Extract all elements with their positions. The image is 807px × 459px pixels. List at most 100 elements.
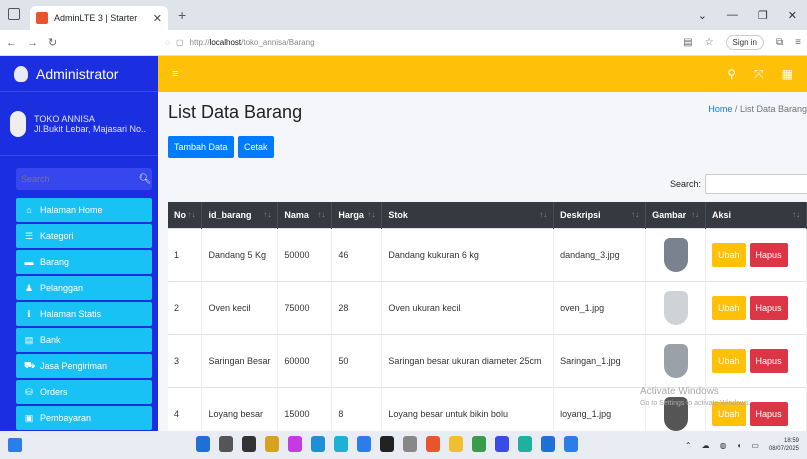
clock[interactable]: 18:59 08/07/2025 bbox=[769, 437, 799, 453]
sidebar-item-orders[interactable]: ⛁ Orders bbox=[16, 380, 152, 404]
url-field[interactable]: ◌ ▢ http://localhost/toko_annisa/Barang bbox=[165, 38, 314, 47]
sidebar-item-kategori[interactable]: ☰ Kategori bbox=[16, 224, 152, 248]
taskview-icon[interactable] bbox=[242, 436, 256, 452]
table-cell: 50000 bbox=[277, 227, 333, 281]
app-icon[interactable] bbox=[380, 436, 394, 452]
table-cell: 3 bbox=[168, 333, 203, 387]
delete-button[interactable]: Hapus bbox=[749, 242, 788, 267]
vscode-icon[interactable] bbox=[564, 436, 578, 452]
app-icon[interactable] bbox=[518, 436, 532, 452]
hamburger-icon[interactable]: ≡ bbox=[172, 68, 178, 80]
app-icon[interactable] bbox=[403, 436, 417, 452]
edit-button[interactable]: Ubah bbox=[712, 295, 746, 320]
info-icon: ℹ bbox=[27, 308, 31, 319]
app-icon[interactable] bbox=[541, 436, 555, 452]
forward-icon[interactable]: → bbox=[27, 37, 38, 49]
network-icon[interactable]: ◍ bbox=[720, 441, 727, 450]
app-icon[interactable] bbox=[311, 436, 325, 452]
sidebar-item-barang[interactable]: ▬ Barang bbox=[16, 250, 152, 274]
edit-button[interactable]: Ubah bbox=[712, 348, 746, 373]
sort-icon[interactable]: ↑↓ bbox=[539, 210, 547, 219]
sidebar-item-jasa-pengiriman[interactable]: ⛟ Jasa Pengiriman bbox=[16, 354, 152, 378]
sort-icon[interactable]: ↑↓ bbox=[691, 210, 699, 219]
sidebar-item-halaman-home[interactable]: ⌂ Halaman Home bbox=[16, 198, 152, 222]
sidebar-item-bank[interactable]: ▤ Bank bbox=[16, 328, 152, 352]
folder-icon[interactable] bbox=[449, 436, 463, 452]
box-icon: ▬ bbox=[24, 257, 34, 267]
search-icon[interactable]: 🔍︎ bbox=[138, 168, 152, 190]
close-tab-icon[interactable]: ✕ bbox=[153, 12, 162, 25]
app-icon[interactable] bbox=[357, 436, 371, 452]
sidebar-item-label: Jasa Pengiriman bbox=[40, 361, 108, 371]
sort-icon[interactable]: ↑↓ bbox=[187, 210, 195, 219]
column-header[interactable]: Gambar ↑↓ bbox=[645, 202, 707, 228]
column-header[interactable]: Harga ↑↓ bbox=[331, 202, 383, 228]
star-icon[interactable]: ☆ bbox=[705, 37, 714, 48]
grid-icon[interactable]: ▦ bbox=[782, 67, 793, 82]
search-icon[interactable] bbox=[219, 436, 233, 452]
delete-button[interactable]: Hapus bbox=[749, 295, 788, 320]
extensions-icon[interactable]: ⧉ bbox=[776, 37, 783, 48]
app-icon[interactable] bbox=[472, 436, 486, 452]
brand[interactable]: Administrator bbox=[0, 56, 158, 92]
app-icon[interactable] bbox=[288, 436, 302, 452]
column-header[interactable]: Deskripsi ↑↓ bbox=[553, 202, 647, 228]
chevron-down-icon[interactable]: ⌄ bbox=[698, 9, 707, 22]
user-name[interactable]: TOKO ANNISA bbox=[34, 114, 146, 124]
reload-icon[interactable]: ↻ bbox=[48, 36, 57, 49]
sidebar-item-pelanggan[interactable]: ♟ Pelanggan bbox=[16, 276, 152, 300]
sort-icon[interactable]: ↑↓ bbox=[317, 210, 325, 219]
delete-button[interactable]: Hapus bbox=[749, 401, 788, 426]
search-icon[interactable]: ⚲ bbox=[727, 67, 736, 82]
column-header[interactable]: Aksi ↑↓ bbox=[705, 202, 807, 228]
app-icon[interactable] bbox=[495, 436, 509, 452]
restore-icon[interactable]: ❐ bbox=[758, 9, 768, 22]
sort-icon[interactable]: ↑↓ bbox=[631, 210, 639, 219]
edit-button[interactable]: Ubah bbox=[712, 242, 746, 267]
battery-icon[interactable]: ▭ bbox=[751, 441, 759, 450]
fullscreen-icon[interactable]: ⤧ bbox=[754, 67, 764, 82]
cloud-icon[interactable]: ☁ bbox=[702, 441, 710, 450]
minimize-icon[interactable]: — bbox=[727, 9, 738, 22]
volume-icon[interactable]: ◖ bbox=[737, 441, 742, 450]
sort-icon[interactable]: ↑↓ bbox=[263, 210, 271, 219]
breadcrumb: Home / List Data Barang bbox=[708, 104, 807, 114]
reader-icon[interactable]: ▤ bbox=[683, 37, 692, 48]
browser-tab[interactable]: AdminLTE 3 | Starter ✕ bbox=[30, 6, 168, 30]
column-header[interactable]: No ↑↓ bbox=[168, 202, 203, 228]
start-icon[interactable] bbox=[196, 436, 210, 452]
back-icon[interactable]: ← bbox=[6, 37, 17, 49]
sidebar-search-input[interactable] bbox=[16, 168, 138, 190]
print-button[interactable]: Cetak bbox=[238, 136, 274, 158]
delete-button[interactable]: Hapus bbox=[749, 348, 788, 373]
tab-overview-icon[interactable] bbox=[8, 8, 20, 20]
sign-in-button[interactable]: Sign in bbox=[725, 35, 765, 50]
widgets-icon[interactable] bbox=[8, 438, 22, 452]
sidebar-item-label: Kategori bbox=[40, 231, 74, 241]
column-header[interactable]: id_barang ↑↓ bbox=[201, 202, 279, 228]
table-cell: 46 bbox=[331, 227, 383, 281]
menu-icon[interactable]: ≡ bbox=[795, 37, 801, 48]
firefox-icon[interactable] bbox=[426, 436, 440, 452]
chevron-up-icon[interactable]: ⌃ bbox=[685, 441, 692, 450]
add-data-button[interactable]: Tambah Data bbox=[168, 136, 234, 158]
sidebar-item-label: Barang bbox=[40, 257, 70, 267]
table-search-input[interactable] bbox=[705, 174, 807, 194]
sort-icon[interactable]: ↑↓ bbox=[367, 210, 375, 219]
table-cell: 60000 bbox=[277, 333, 333, 387]
new-tab-icon[interactable]: + bbox=[178, 7, 186, 23]
logo-icon bbox=[14, 65, 28, 82]
sidebar-item-pembayaran[interactable]: ▣ Pembayaran bbox=[16, 406, 152, 430]
actions-cell: Ubah Hapus bbox=[705, 280, 807, 334]
column-header[interactable]: Nama ↑↓ bbox=[277, 202, 333, 228]
sort-icon[interactable]: ↑↓ bbox=[792, 210, 800, 219]
table-cell: 75000 bbox=[277, 280, 333, 334]
store-icon[interactable] bbox=[265, 436, 279, 452]
product-image-cell bbox=[645, 280, 707, 334]
search-label: Search: bbox=[670, 179, 702, 189]
breadcrumb-home[interactable]: Home bbox=[708, 104, 732, 114]
app-icon[interactable] bbox=[334, 436, 348, 452]
close-window-icon[interactable]: ✕ bbox=[788, 9, 797, 22]
column-header[interactable]: Stok ↑↓ bbox=[381, 202, 555, 228]
sidebar-item-halaman-statis[interactable]: ℹ Halaman Statis bbox=[16, 302, 152, 326]
